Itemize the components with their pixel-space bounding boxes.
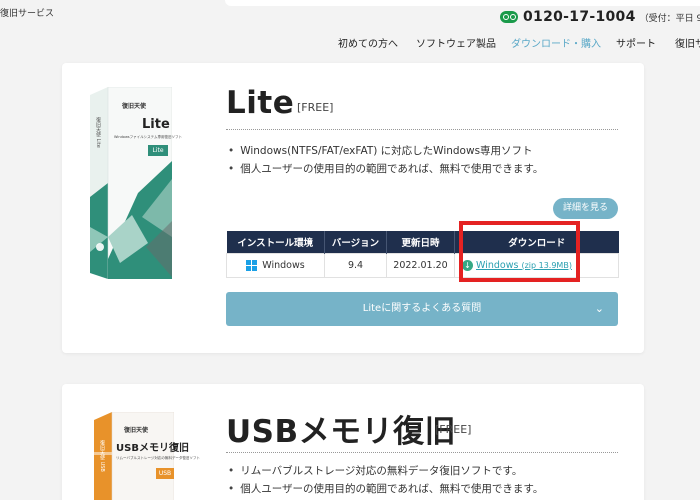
product-free-tag: [FREE] [297, 101, 334, 114]
title-divider [226, 452, 618, 453]
nav-download-purchase[interactable]: ダウンロード・購入 [511, 35, 601, 50]
cell-os: Windows [226, 252, 325, 278]
box-badge: USB [156, 468, 174, 479]
phone-number[interactable]: 0120-17-1004 [523, 9, 636, 25]
phone-contact[interactable]: 0120-17-1004 （受付：平日 9:00～ [500, 9, 700, 25]
phone-hours: （受付：平日 9:00～ [639, 13, 700, 24]
faq-label: Liteに関するよくある質問 [362, 303, 482, 314]
col-header-version: バージョン [324, 231, 387, 253]
box-subtitle: リムーバブルストレージ対応の無料データ復旧ソフト [116, 456, 200, 460]
product-card-usb: 復旧天使 USBメモリ復旧 リムーバブルストレージ対応の無料データ復旧ソフト U… [62, 384, 644, 500]
main-nav: 初めての方へ ソフトウェア製品 ダウンロード・購入 サポート 復旧サ [0, 35, 700, 50]
box-badge: Lite [148, 145, 168, 156]
faq-accordion[interactable]: Liteに関するよくある質問 ⌄ [226, 292, 618, 326]
feature-item: リムーバブルストレージ対応の無料データ復旧ソフトです。 [228, 462, 543, 480]
box-spine-text: 復旧天使 USB [99, 440, 105, 472]
header: 復旧サービス 0120-17-1004 （受付：平日 9:00～ 初めての方へ … [0, 0, 700, 58]
box-brand: 復旧天使 [124, 427, 149, 434]
brand-name[interactable]: 復旧サービス [0, 6, 54, 19]
nav-support[interactable]: サポート [616, 35, 656, 50]
product-title: Lite [226, 85, 295, 121]
title-divider [226, 129, 618, 130]
details-button[interactable]: 詳細を見る [553, 198, 618, 219]
product-box-usb: 復旧天使 USBメモリ復旧 リムーバブルストレージ対応の無料データ復旧ソフト U… [94, 412, 200, 500]
nav-software[interactable]: ソフトウェア製品 [416, 35, 496, 50]
os-name: Windows [262, 259, 305, 271]
chevron-down-icon: ⌄ [594, 302, 604, 315]
free-dial-icon [500, 11, 518, 23]
box-product-name: Lite [142, 117, 170, 132]
cell-date: 2022.01.20 [386, 252, 455, 278]
header-search-area [225, 0, 700, 6]
box-product-name: USBメモリ復旧 [116, 443, 189, 454]
product-card-lite: 復旧天使 Lite Windowsファイルシステム専用復旧ソフト Lite 復旧… [62, 63, 644, 353]
col-header-environment: インストール環境 [226, 231, 325, 253]
cell-version: 9.4 [324, 252, 387, 278]
download-highlight-box [459, 221, 580, 282]
nav-recovery-service[interactable]: 復旧サ [675, 35, 700, 50]
product-title: USBメモリ復旧 [226, 414, 457, 450]
box-spine-text: 復旧天使 Lite [95, 117, 101, 148]
feature-item: 個人ユーザーの使用目的の範囲であれば、無料で使用できます。 [228, 160, 543, 178]
col-header-updated: 更新日時 [386, 231, 455, 253]
feature-list: リムーバブルストレージ対応の無料データ復旧ソフトです。 個人ユーザーの使用目的の… [228, 462, 543, 498]
box-subtitle: Windowsファイルシステム専用復旧ソフト [114, 135, 183, 139]
product-free-tag: [FREE] [435, 423, 472, 436]
nav-beginners[interactable]: 初めての方へ [338, 35, 398, 50]
box-brand: 復旧天使 [122, 103, 147, 110]
feature-item: Windows(NTFS/FAT/exFAT) に対応したWindows専用ソフ… [228, 142, 543, 160]
product-box-lite: 復旧天使 Lite Windowsファイルシステム専用復旧ソフト Lite 復旧… [90, 87, 182, 279]
feature-list: Windows(NTFS/FAT/exFAT) に対応したWindows専用ソフ… [228, 142, 543, 178]
product-box-image [90, 87, 172, 279]
windows-icon [246, 259, 258, 271]
feature-item: 個人ユーザーの使用目的の範囲であれば、無料で使用できます。 [228, 480, 543, 498]
